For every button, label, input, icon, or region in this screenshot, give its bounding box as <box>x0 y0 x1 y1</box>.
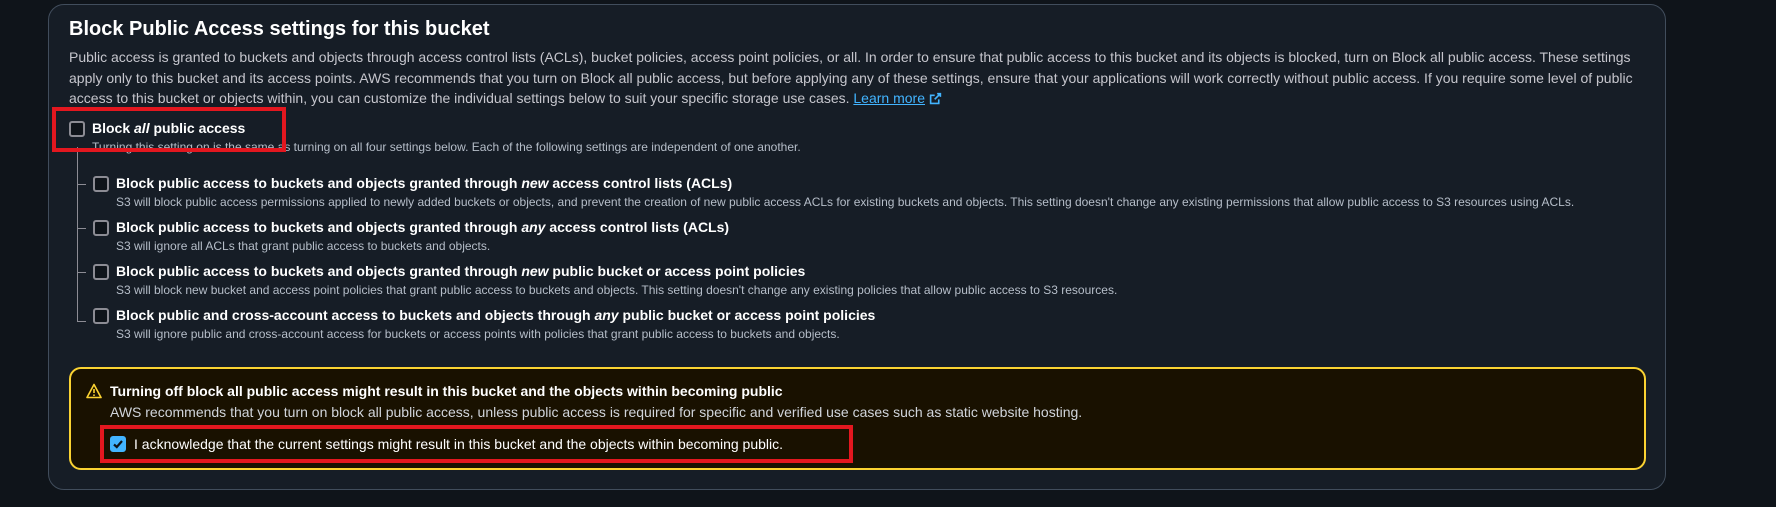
warning-title: Turning off block all public access migh… <box>110 383 783 399</box>
tree-branch <box>77 184 86 185</box>
block-any-policies-description: S3 will ignore public and cross-account … <box>116 327 840 341</box>
block-new-acls-description: S3 will block public access permissions … <box>116 195 1575 209</box>
block-new-policies-checkbox[interactable] <box>93 264 109 280</box>
tree-branch <box>77 272 86 273</box>
block-any-policies-label: Block public and cross-account access to… <box>116 307 876 323</box>
block-any-policies-checkbox[interactable] <box>93 308 109 324</box>
highlight-box-block-all <box>52 107 286 152</box>
external-link-icon <box>929 92 942 105</box>
block-new-acls-label: Block public access to buckets and objec… <box>116 175 733 191</box>
tree-connector <box>77 147 78 322</box>
block-new-policies-label: Block public access to buckets and objec… <box>116 263 806 279</box>
block-any-acls-checkbox[interactable] <box>93 220 109 236</box>
block-new-policies-description: S3 will block new bucket and access poin… <box>116 283 1118 297</box>
section-title: Block Public Access settings for this bu… <box>69 18 490 40</box>
tree-branch <box>77 228 86 229</box>
tree-branch <box>77 321 86 322</box>
section-description: Public access is granted to buckets and … <box>69 49 1633 106</box>
warning-text: AWS recommends that you turn on block al… <box>110 404 1083 420</box>
warning-icon <box>86 383 102 399</box>
block-any-acls-description: S3 will ignore all ACLs that grant publi… <box>116 239 491 253</box>
block-any-acls-label: Block public access to buckets and objec… <box>116 219 730 235</box>
learn-more-link[interactable]: Learn more <box>853 90 942 106</box>
highlight-box-acknowledge <box>100 425 853 463</box>
block-new-acls-checkbox[interactable] <box>93 176 109 192</box>
